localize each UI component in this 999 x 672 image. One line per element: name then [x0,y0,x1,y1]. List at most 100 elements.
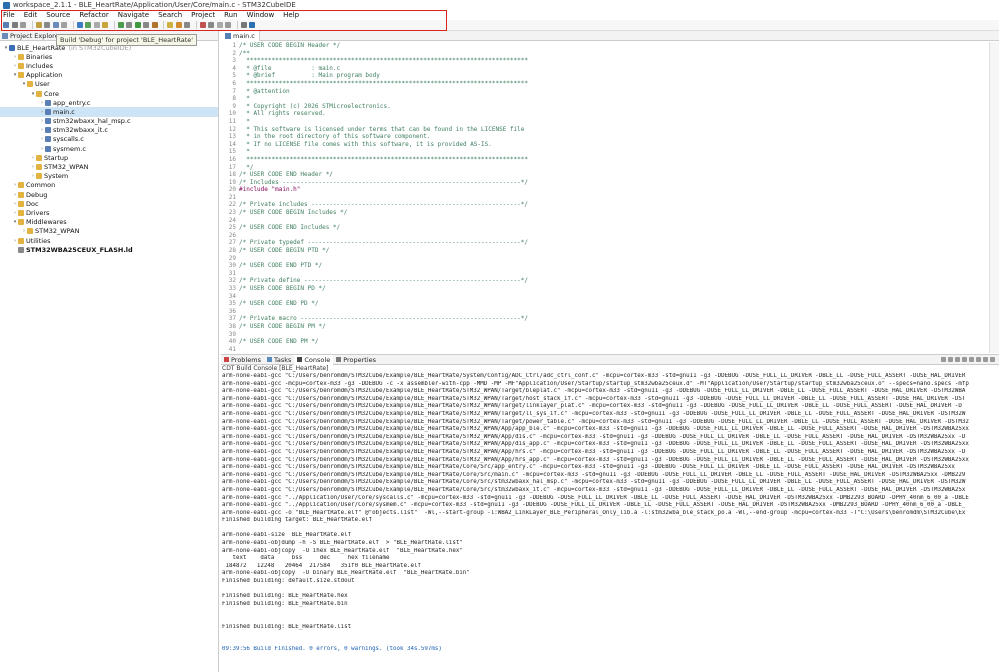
tree-item[interactable]: ▾ User [0,80,218,89]
run-dropdown-icon[interactable] [143,22,149,28]
save-icon[interactable] [11,22,18,28]
device-config-icon[interactable] [76,22,83,28]
code-line: 32/* Private define --------------------… [221,277,989,285]
tree-item[interactable]: › Debug [0,190,218,199]
minimize-icon[interactable] [983,357,988,362]
code-text: * [239,117,250,125]
debug-icon[interactable] [117,22,124,28]
tree-item[interactable]: › Startup [0,153,218,162]
tab-problems[interactable]: Problems [221,355,264,365]
new-icon[interactable] [3,22,9,28]
next-annotation-icon[interactable] [184,22,190,28]
project-explorer-title: Project Explorer [10,31,62,40]
tree-item[interactable]: › System [0,172,218,181]
tree-item[interactable]: › Doc [0,199,218,208]
external-tools-icon[interactable] [151,22,158,28]
terminal-icon[interactable] [240,22,247,28]
clear-console-icon[interactable] [941,357,946,362]
menu-project[interactable]: Project [191,11,215,19]
menu-help[interactable]: Help [283,11,299,19]
menu-navigate[interactable]: Navigate [118,11,149,19]
tree-item[interactable]: › main.c [0,107,218,117]
line-number: 9 [232,102,236,110]
display-console-icon[interactable] [969,357,974,362]
code-line: 11 * [221,118,989,126]
menu-source[interactable]: Source [46,11,70,19]
console-output[interactable]: arm-none-eabi-gcc "C:/Users/benromdm/STM… [221,373,999,654]
scroll-lock-icon[interactable] [948,357,953,362]
forward-icon[interactable] [216,22,223,28]
folder-icon [18,72,24,79]
tree-item[interactable]: ▾ Middlewares [0,218,218,227]
tree-item[interactable]: › syscalls.c [0,135,218,144]
last-edit-icon[interactable] [199,22,206,28]
info-icon[interactable] [249,22,255,28]
tree-item[interactable]: › stm32wbaxx_it.c [0,126,218,135]
tree-item-label: sysmem.c [53,144,86,153]
tree-item[interactable]: ▾ Core [0,89,218,98]
tree-item[interactable]: › Utilities [0,236,218,245]
folder-icon [27,81,33,88]
tree-item[interactable]: › stm32wbaxx_hal_msp.c [0,117,218,126]
tree-item[interactable]: STM32WBA25CEUX_FLASH.ld [0,245,218,254]
code-line: 30/* USER CODE END PTD */ [221,262,989,270]
folder-icon [18,200,24,207]
console-line: arm-none-eabi-gcc "C:/Users/benromdm/STM… [222,433,966,440]
menu-refactor[interactable]: Refactor [79,11,108,19]
save-all-icon[interactable] [20,22,26,28]
code-text: * Copyright (c) 2026 STMicroelectronics. [239,102,391,110]
code-text: * @file : main.c [239,64,341,72]
build-all-icon[interactable] [52,22,59,28]
tree-item[interactable]: › Binaries [0,52,218,61]
run-icon[interactable] [134,22,141,28]
tree-item[interactable]: ▾ Application [0,71,218,80]
tree-item[interactable]: › Common [0,181,218,190]
open-folder-icon[interactable] [102,22,108,28]
tree-item-label: STM32WBA25CEUX_FLASH.ld [26,245,133,254]
console-line: arm-none-eabi-gcc "C:/Users/benromdm/STM… [222,448,966,455]
menu-edit[interactable]: Edit [24,11,38,19]
back-icon[interactable] [208,22,214,28]
tab-tasks[interactable]: Tasks [264,355,294,365]
search-icon[interactable] [93,22,100,28]
build-dropdown-icon[interactable] [44,22,50,28]
tree-item[interactable]: › Includes [0,61,218,70]
debug-dropdown-icon[interactable] [126,22,132,28]
code-text: /* Private typedef ---------------------… [239,239,528,247]
line-number: 38 [228,322,236,330]
code-text: * If no LICENSE file comes with this sof… [239,140,492,148]
console-line: arm-none-eabi-objdump -h -S BLE_HeartRat… [222,540,463,547]
tree-item[interactable]: › sysmem.c [0,144,218,153]
menu-window[interactable]: Window [247,11,275,19]
code-line: 25/* USER CODE END Includes */ [221,224,989,232]
code-text: #include "main.h" [239,186,301,194]
tree-item[interactable]: › STM32_WPAN [0,162,218,171]
tree-item[interactable]: › app_entry.c [0,98,218,107]
console-line: arm-none-eabi-size BLE_HeartRate.elf [222,532,352,539]
generate-code-icon[interactable] [85,22,91,28]
editor-scrollbar[interactable] [989,42,999,353]
tab-properties[interactable]: Properties [333,355,379,365]
menu-file[interactable]: File [3,11,15,19]
window-title: workspace_2.1.1 - BLE_HeartRate/Applicat… [13,1,296,9]
open-console-icon[interactable] [976,357,981,362]
tree-item-label: User [35,80,50,89]
code-editor[interactable]: 1/* USER CODE BEGIN Header */2/** 3 *****… [221,42,989,353]
editor-tab-main-c[interactable]: main.c [221,30,260,41]
console-line: arm-none-eabi-gcc "C:/Users/benromdm/STM… [222,373,966,379]
annotation-icon[interactable] [175,22,182,28]
pin-icon[interactable] [225,22,231,28]
tree-item[interactable]: › Drivers [0,208,218,217]
menu-search[interactable]: Search [158,11,182,19]
pin-console-icon[interactable] [962,357,967,362]
tree-item[interactable]: › STM32_WPAN [0,227,218,236]
tab-console[interactable]: Console [294,354,334,365]
toggle-mark-icon[interactable] [167,22,173,28]
clean-icon[interactable] [61,22,67,28]
maximize-icon[interactable] [990,357,995,362]
build-hammer-icon[interactable] [35,22,42,28]
menu-run[interactable]: Run [224,11,237,19]
word-wrap-icon[interactable] [955,357,960,362]
console-line: arm-none-eabi-gcc "C:/Users/benromdm/STM… [222,388,966,395]
